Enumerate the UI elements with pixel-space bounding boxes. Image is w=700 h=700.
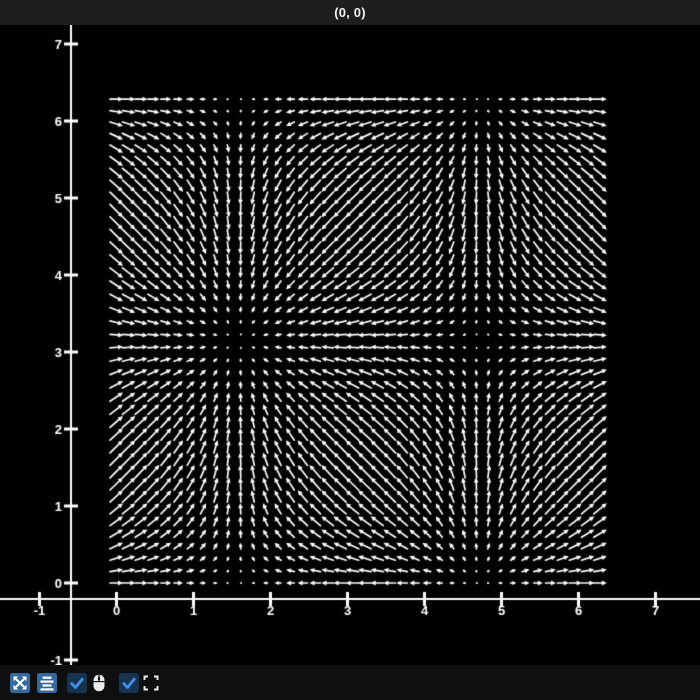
pan-button[interactable] [10,672,30,693]
checkbox-checked-icon [119,672,139,693]
pan-icon [10,672,30,693]
bottom-toolbar [0,665,700,700]
center-lines-icon [37,672,57,693]
vector-field-plot[interactable] [0,25,700,665]
checkbox-left[interactable] [67,672,87,693]
plot-title: (0, 0) [334,5,366,20]
mouse-icon [93,674,105,691]
checkbox-right[interactable] [119,672,139,693]
fullscreen-button[interactable] [141,673,161,693]
checkbox-checked-icon [67,672,87,693]
mouse-icon [89,673,109,693]
fullscreen-icon [143,675,159,690]
center-lines-button[interactable] [37,672,57,693]
title-bar: (0, 0) [0,0,700,25]
